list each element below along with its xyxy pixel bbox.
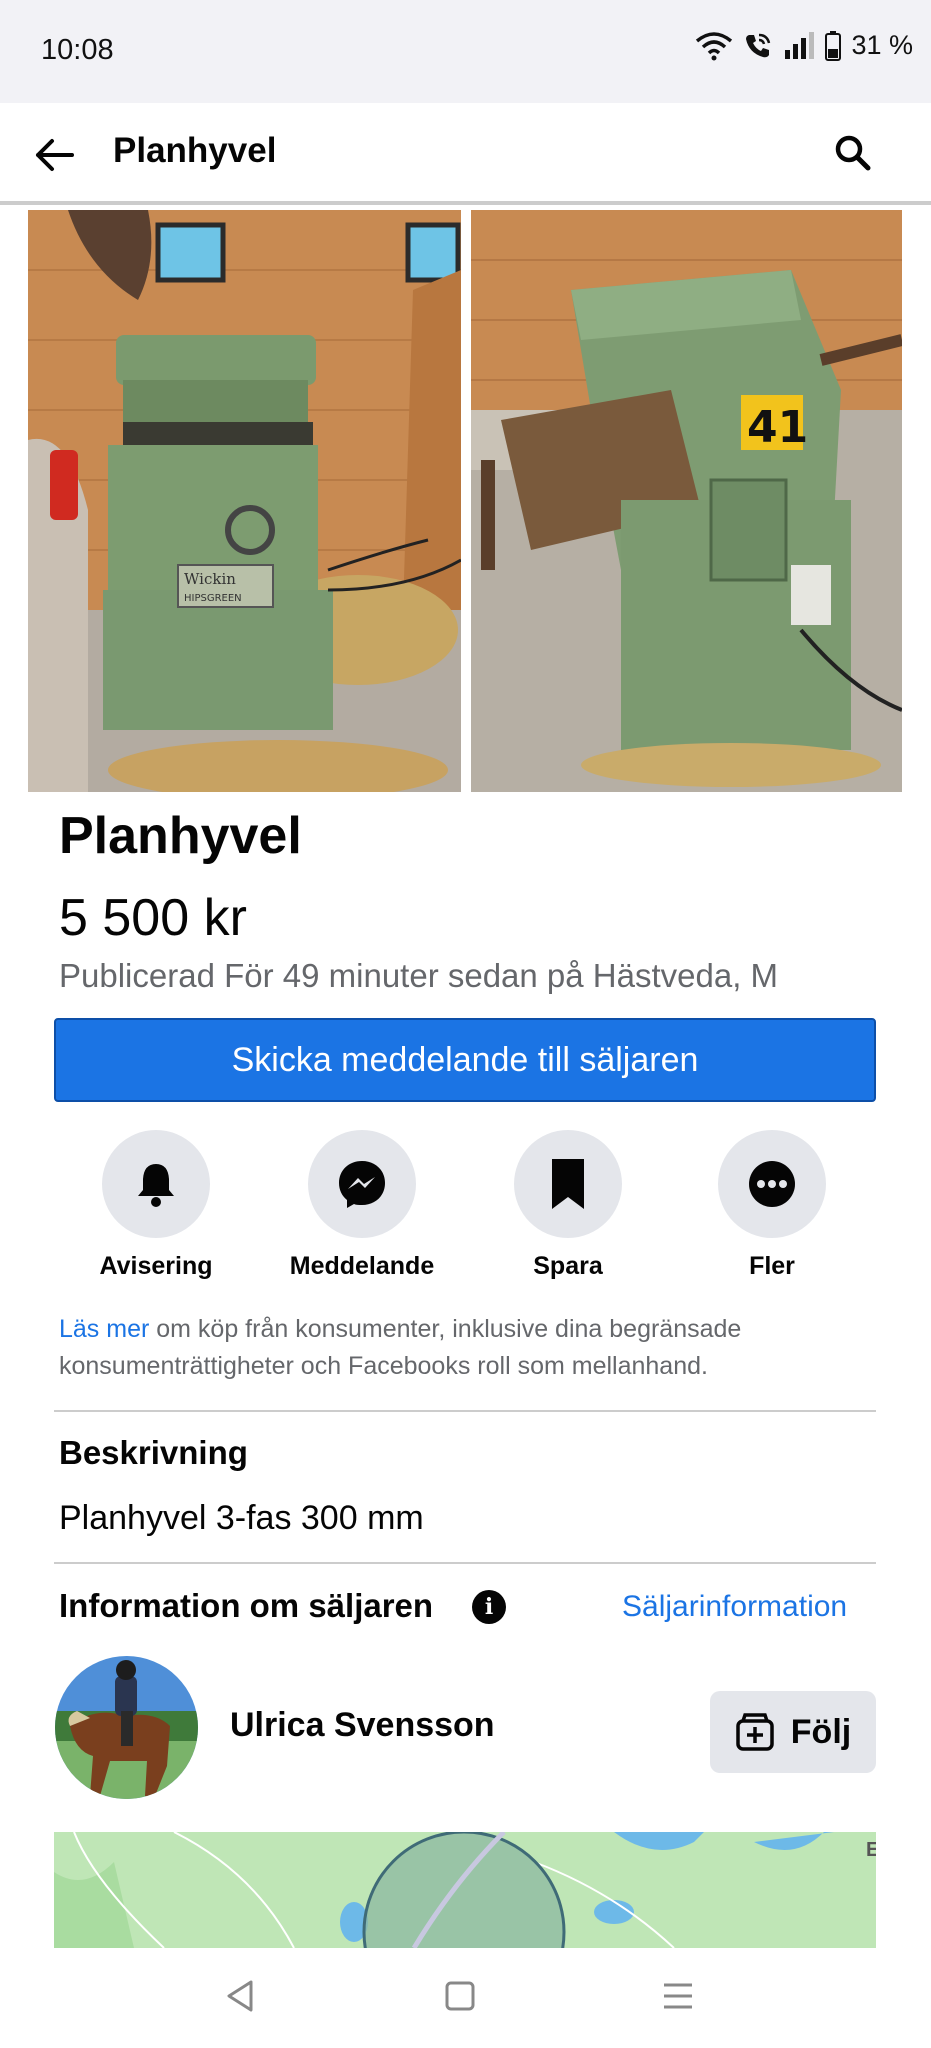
action-notify-label: Avisering [99, 1252, 213, 1280]
battery-icon [825, 30, 842, 61]
action-more-label: Fler [749, 1252, 795, 1280]
legal-text: om köp från konsumenter, inklusive dina … [59, 1315, 742, 1380]
back-arrow-icon[interactable] [30, 131, 78, 179]
action-more-button[interactable]: Fler [682, 1130, 862, 1281]
listing-photo-2[interactable]: 41 [471, 210, 902, 792]
system-nav-bar [0, 1948, 931, 2048]
description-text: Planhyvel 3-fas 300 mm [59, 1499, 424, 1537]
wifi-icon [696, 31, 733, 60]
listing-title: Planhyvel [59, 807, 302, 865]
action-message-label: Meddelande [289, 1252, 435, 1280]
description-heading: Beskrivning [59, 1434, 248, 1471]
listing-published: Publicerad För 49 minuter sedan på Hästv… [59, 957, 779, 994]
seller-name[interactable]: Ulrica Svensson [230, 1706, 495, 1745]
send-message-button[interactable]: Skicka meddelande till säljaren [54, 1018, 876, 1102]
action-save-label: Spara [533, 1252, 603, 1280]
nav-home-icon[interactable] [440, 1976, 480, 2016]
seller-heading: Information om säljaren [59, 1587, 434, 1624]
seller-info-link[interactable]: Säljarinformation [622, 1590, 847, 1624]
location-map[interactable]: E [54, 1832, 876, 1948]
action-message-button[interactable]: Meddelande [272, 1130, 452, 1281]
bookmark-icon [552, 1159, 584, 1209]
read-more-link[interactable]: Läs mer [59, 1315, 149, 1343]
legal-notice: Läs mer om köp från konsumenter, inklusi… [59, 1311, 859, 1385]
battery-percent: 31 % [851, 30, 913, 60]
follow-label: Följ [790, 1712, 852, 1751]
status-bar: 10:08 31 % [0, 0, 931, 103]
listing-price: 5 500 kr [59, 889, 247, 947]
machine-number-text: 41 [747, 402, 808, 453]
photo-gallery[interactable]: Wickin HIPSGREEN 41 [28, 210, 902, 792]
more-icon [749, 1161, 795, 1207]
seller-avatar[interactable] [55, 1656, 198, 1799]
action-notify-button[interactable]: Avisering [66, 1130, 246, 1281]
wifi-call-icon [746, 33, 771, 57]
nav-recents-icon[interactable] [658, 1976, 698, 2016]
info-icon[interactable]: i [472, 1590, 506, 1624]
messenger-icon [339, 1161, 385, 1208]
brand-plate-text: Wickin [184, 570, 236, 588]
divider [54, 1410, 876, 1412]
search-icon[interactable] [832, 132, 874, 174]
action-save-button[interactable]: Spara [478, 1130, 658, 1281]
brand-plate-subtext: HIPSGREEN [184, 593, 242, 604]
status-icons: 31 % [695, 30, 913, 61]
divider [54, 1562, 876, 1564]
nav-back-icon[interactable] [221, 1976, 261, 2016]
app-bar: Planhyvel [0, 103, 931, 205]
bell-icon [138, 1164, 174, 1207]
map-edge-label: E [866, 1839, 876, 1861]
signal-icon [785, 31, 815, 59]
page-title: Planhyvel [113, 131, 277, 170]
follow-button[interactable]: Följ [710, 1691, 876, 1773]
follow-icon [736, 1713, 774, 1751]
status-time: 10:08 [41, 34, 114, 66]
listing-photo-1[interactable]: Wickin HIPSGREEN [28, 210, 461, 792]
